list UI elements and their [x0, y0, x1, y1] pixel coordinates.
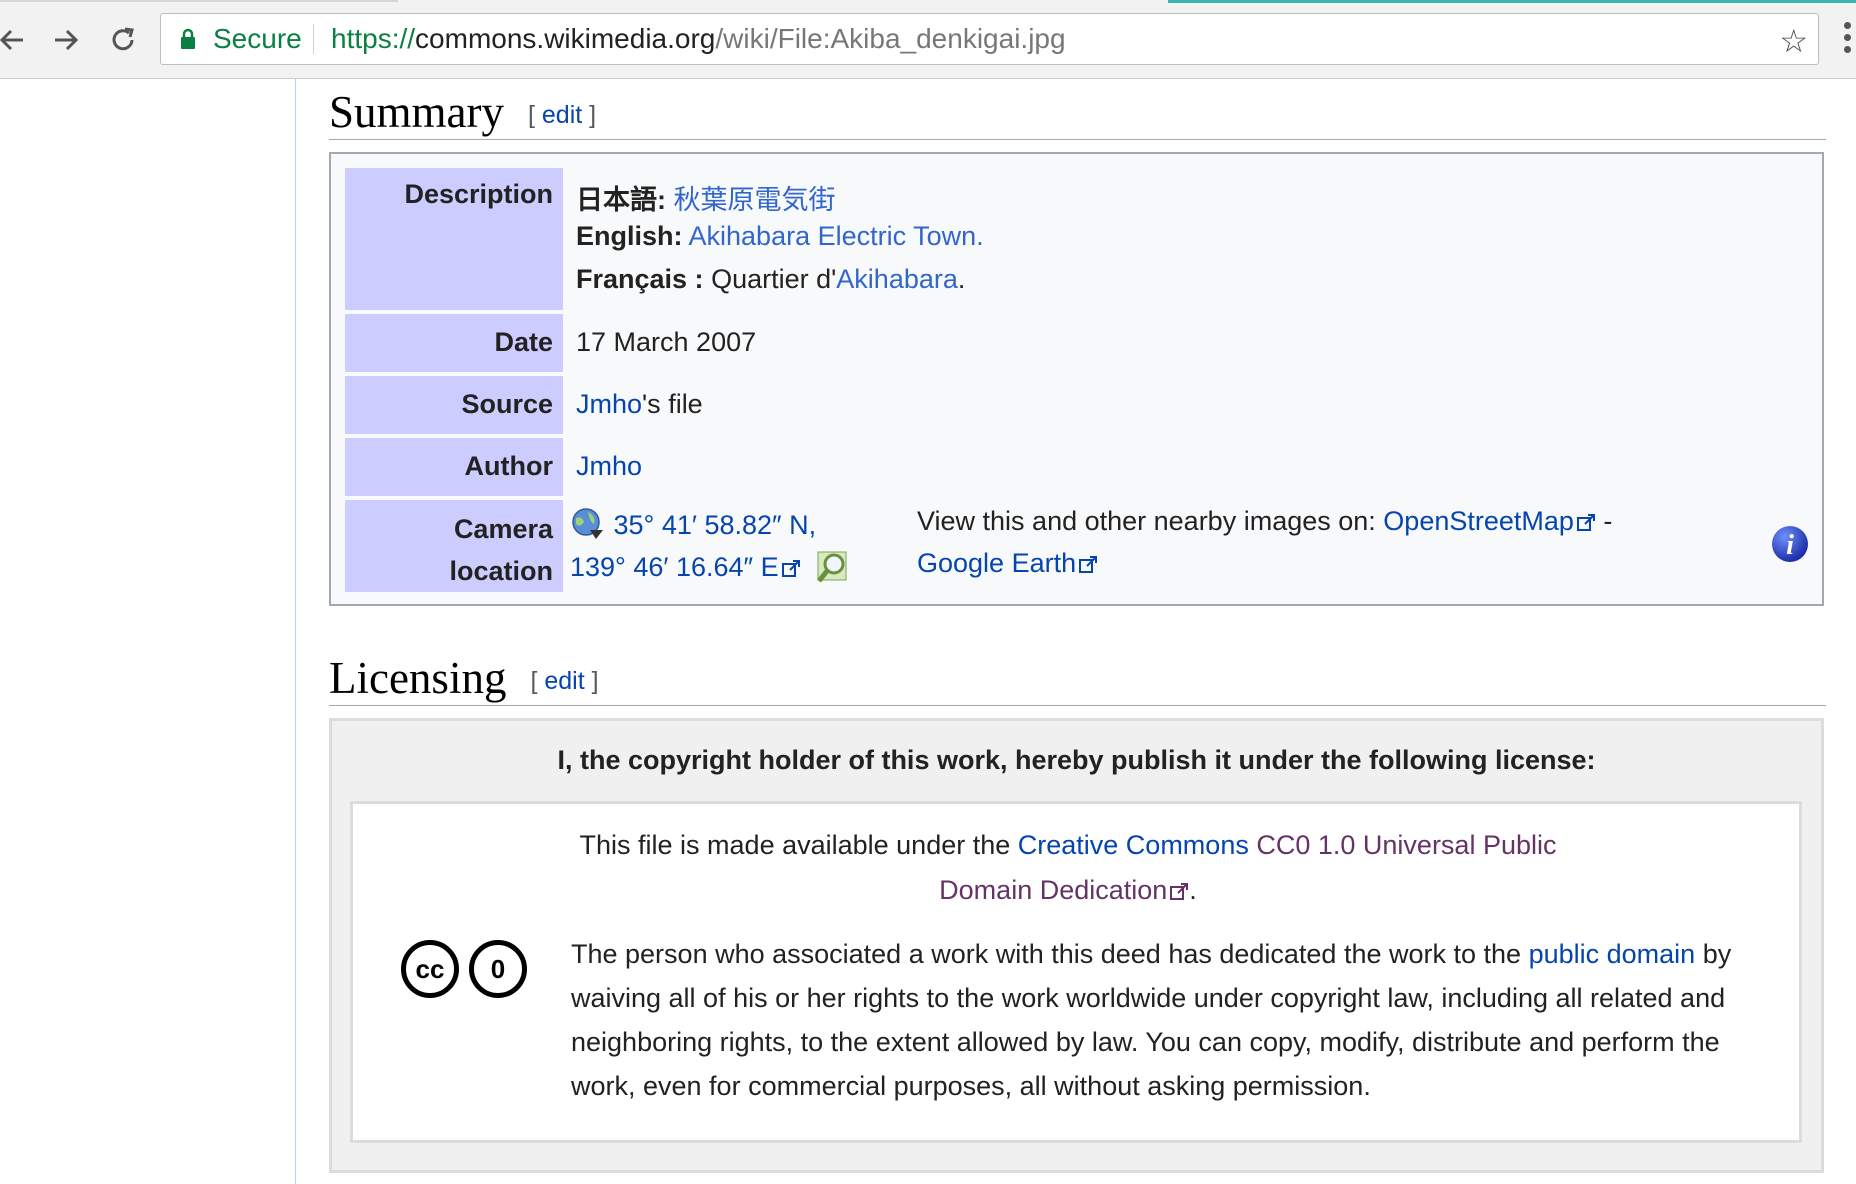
- coordinates-link-lon[interactable]: 139° 46′ 16.64″ E: [570, 552, 779, 582]
- description-fr-prefix: Quartier d': [711, 264, 837, 294]
- author-label: Author: [345, 438, 563, 496]
- zero-icon: 0: [469, 940, 527, 998]
- author-link[interactable]: Jmho: [576, 451, 642, 481]
- nearby-line2: Google Earth: [917, 548, 1098, 579]
- arrow-right-icon: [55, 29, 79, 51]
- lang-ja-label: 日本語:: [576, 185, 666, 215]
- openstreetmap-link[interactable]: OpenStreetMap: [1383, 506, 1574, 536]
- nearby-text: View this and other nearby images on:: [917, 506, 1376, 536]
- licensing-rule: [329, 705, 1826, 706]
- external-link-icon: [781, 559, 800, 577]
- description-ja-link[interactable]: 秋葉原電気街: [674, 185, 836, 215]
- source-row: Source Jmho's file: [345, 376, 1815, 434]
- reload-button[interactable]: [103, 20, 143, 60]
- creative-commons-link[interactable]: Creative Commons: [1018, 830, 1249, 860]
- date-label: Date: [345, 314, 563, 372]
- browser-menu-icon[interactable]: [1844, 22, 1852, 58]
- summary-heading-text: Summary: [329, 87, 504, 137]
- lock-icon: [181, 28, 195, 49]
- url-path: /wiki/File:Akiba_denkigai.jpg: [715, 23, 1066, 54]
- description-row: Description 日本語: 秋葉原電気街 English: Akihaba…: [345, 168, 1815, 310]
- forward-button[interactable]: [46, 20, 86, 60]
- lang-en-label: English:: [576, 221, 683, 251]
- external-link-icon: [1079, 555, 1098, 573]
- summary-infobox: Description 日本語: 秋葉原電気街 English: Akihaba…: [329, 152, 1824, 606]
- edit-bracket-open: [: [528, 101, 535, 129]
- license-statement: This file is made available under the Cr…: [553, 823, 1583, 913]
- bookmark-star-icon[interactable]: ☆: [1779, 22, 1808, 60]
- tab-strip: [0, 0, 1856, 12]
- sidebar-border: [295, 78, 296, 1184]
- address-separator: [313, 24, 314, 54]
- source-author-link[interactable]: Jmho: [576, 389, 642, 419]
- cc-icon: cc: [401, 940, 459, 998]
- cc0-logo: cc 0: [401, 940, 527, 998]
- edit-bracket-close: ]: [591, 667, 599, 695]
- author-value: Jmho: [576, 451, 642, 482]
- license-statement-prefix: This file is made available under the: [579, 830, 1011, 860]
- source-value: Jmho's file: [576, 389, 703, 420]
- nearby-dash: -: [1603, 506, 1613, 536]
- public-domain-link[interactable]: public domain: [1529, 939, 1696, 969]
- arrow-left-icon: [0, 29, 23, 51]
- edit-bracket-open: [: [530, 667, 538, 695]
- external-link-icon: [1576, 513, 1595, 531]
- camera-location-row: Camera location 35° 41′ 58.82″ N, 139° 46…: [345, 500, 1815, 592]
- coord-line1: 35° 41′ 58.82″ N,: [570, 506, 816, 542]
- description-en-link[interactable]: Akihabara Electric Town.: [689, 221, 984, 251]
- coordinates-link-lat[interactable]: 35° 41′ 58.82″ N,: [614, 510, 817, 540]
- source-suffix: 's file: [642, 389, 703, 419]
- license-header: I, the copyright holder of this work, he…: [557, 745, 1596, 775]
- google-earth-link[interactable]: Google Earth: [917, 548, 1076, 578]
- licensing-heading: Licensing [ edit ]: [329, 652, 599, 704]
- camera-label-line2: location: [449, 556, 553, 586]
- license-box: I, the copyright holder of this work, he…: [329, 718, 1824, 1173]
- summary-edit-link[interactable]: edit: [542, 101, 582, 129]
- description-label: Description: [345, 168, 563, 310]
- map-magnifier-icon[interactable]: [814, 548, 852, 586]
- tab-indicator-active: [1168, 0, 1856, 3]
- license-description-before: The person who associated a work with th…: [571, 939, 1522, 969]
- author-row: Author Jmho: [345, 438, 1815, 496]
- browser-toolbar: Secure https://commons.wikimedia.org/wik…: [0, 0, 1856, 79]
- url-host: commons.wikimedia.org: [415, 23, 716, 54]
- external-link-icon: [1170, 882, 1189, 900]
- summary-rule: [329, 139, 1826, 140]
- address-bar[interactable]: Secure https://commons.wikimedia.org/wik…: [160, 13, 1819, 65]
- source-label: Source: [345, 376, 563, 434]
- licensing-heading-text: Licensing: [329, 653, 507, 703]
- summary-heading: Summary [ edit ]: [329, 86, 596, 138]
- globe-icon[interactable]: [570, 506, 606, 542]
- license-description: The person who associated a work with th…: [571, 932, 1791, 1108]
- licensing-edit-section: [ edit ]: [530, 667, 598, 695]
- licensing-edit-link[interactable]: edit: [544, 667, 584, 695]
- license-inner-box: This file is made available under the Cr…: [350, 801, 1802, 1143]
- description-ja: 日本語: 秋葉原電気街: [576, 178, 836, 217]
- camera-location-label: Camera location: [345, 500, 563, 592]
- camera-label-line1: Camera: [453, 514, 553, 544]
- edit-bracket-close: ]: [589, 101, 597, 129]
- tab-indicator-left: [0, 0, 398, 2]
- nearby-line1: View this and other nearby images on: Op…: [917, 506, 1612, 537]
- secure-label: Secure: [213, 23, 302, 54]
- svg-text:i: i: [1786, 530, 1794, 561]
- description-fr: Français : Quartier d'Akihabara.: [576, 264, 965, 295]
- date-value: 17 March 2007: [576, 327, 757, 357]
- url-text[interactable]: https://commons.wikimedia.org/wiki/File:…: [331, 23, 1066, 55]
- license-statement-suffix: .: [1189, 875, 1197, 905]
- description-fr-link[interactable]: Akihabara: [836, 264, 958, 294]
- summary-edit-section: [ edit ]: [528, 101, 596, 129]
- lang-fr-label: Français :: [576, 264, 704, 294]
- date-row: Date 17 March 2007: [345, 314, 1815, 372]
- reload-icon: [112, 27, 134, 51]
- back-button[interactable]: [0, 20, 32, 60]
- info-icon[interactable]: i: [1770, 524, 1810, 564]
- url-scheme: https://: [331, 23, 416, 54]
- description-fr-suffix: .: [957, 264, 966, 294]
- description-en: English: Akihabara Electric Town.: [576, 221, 984, 252]
- coord-line2: 139° 46′ 16.64″ E: [570, 548, 852, 586]
